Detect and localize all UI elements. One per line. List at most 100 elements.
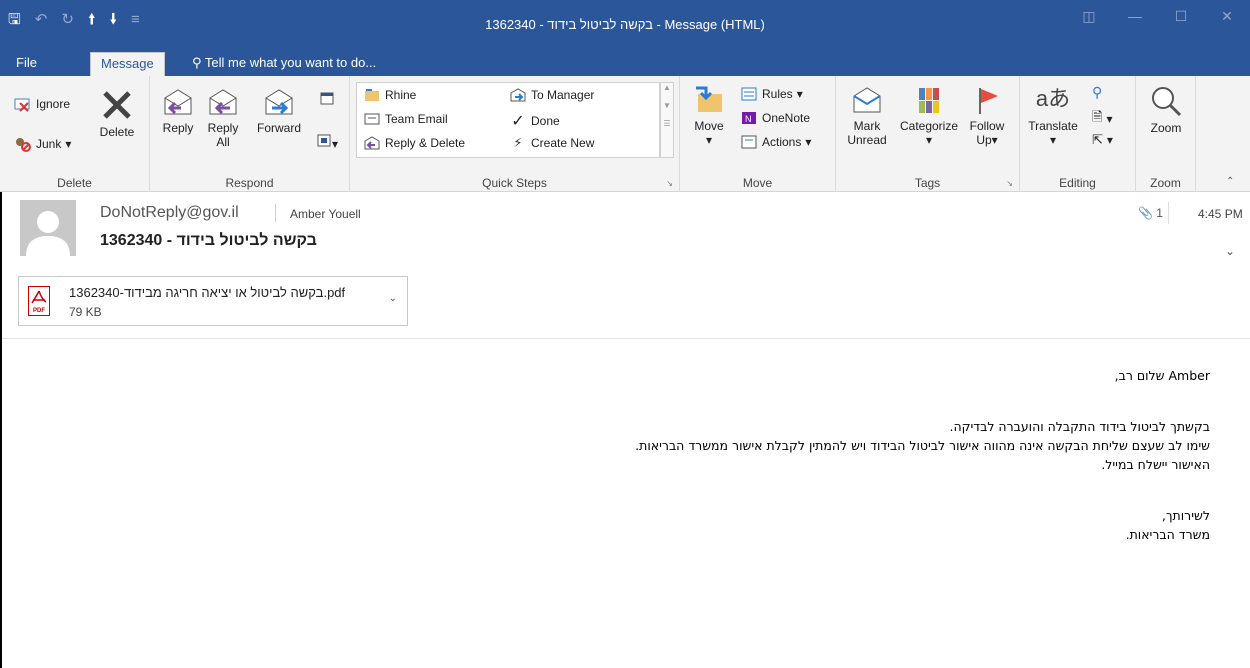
move-button[interactable]: Move ▾ [686,84,732,147]
follow-up-button[interactable]: Follow Up▾ [964,84,1010,147]
quickstep-to-manager[interactable]: To Manager [509,87,594,103]
ribbon-tabs: File Message ⚲ Tell me what you want to … [0,48,1250,76]
translate-button[interactable]: aあ Translate ▾ [1026,82,1080,147]
attachment-name: 1362340-בקשה לביטול או יציאה חריגה מבידו… [69,285,346,300]
ribbon-display-icon[interactable]: ◫ [1066,8,1112,25]
expand-header-icon[interactable]: ⌄ [1225,244,1235,258]
sender-address[interactable]: DoNotReply@gov.il [100,204,239,222]
collapse-ribbon-icon[interactable]: ⌃ [1226,176,1234,187]
avatar [20,200,76,256]
select-button[interactable]: ⇱ ▾ [1092,132,1113,148]
respond-group: Reply Reply All Forward ▾ Respond [150,76,350,192]
meeting-icon [320,92,334,105]
related-button[interactable]: 🗎 ▾ [1092,108,1112,130]
forward-button[interactable]: Forward [254,86,304,135]
minimize-icon[interactable]: — [1112,8,1158,25]
chevron-down-icon[interactable]: ⌄ [389,293,397,304]
meeting-reply-button[interactable] [310,90,344,109]
pdf-icon: PDF [28,286,50,316]
to-manager-icon [510,88,526,102]
window-title: 1362340 - בקשה לביטול בידוד - Message (H… [485,17,765,32]
delete-icon [103,91,131,119]
reply-delete-icon [364,136,380,150]
chevron-down-icon: ▾ [796,87,803,101]
message-body: Amber שלום רב, בקשתך לביטול בידוד התקבלה… [310,366,1210,544]
tab-message[interactable]: Message [90,52,165,76]
body-line: שימו לב שעצם שליחת הבקשה אינה מהווה אישו… [635,438,1210,453]
categorize-icon [919,88,939,113]
respond-group-label: Respond [225,176,274,190]
recipient-name[interactable]: Amber Youell [290,207,361,221]
chevron-down-icon: ▾ [65,137,72,151]
tags-group-label: Tags [914,176,941,190]
translate-icon: aあ [1035,86,1071,111]
more-respond-button[interactable]: ▾ [310,132,344,151]
close-icon[interactable]: ✕ [1204,8,1250,25]
body-closing: לשירותך, [1161,508,1210,523]
editing-group: aあ Translate ▾ ⚲ 🗎 ▾ ⇱ ▾ Editing [1020,76,1136,192]
actions-icon [741,135,757,149]
flag-icon [979,88,998,114]
header-divider [275,204,276,222]
ignore-button[interactable]: Ignore [14,96,70,112]
editing-group-label: Editing [1059,176,1096,190]
attachment-size: 79 KB [69,305,102,319]
body-line: בקשתך לביטול בידוד התקבלה והועברה לבדיקה… [949,419,1210,434]
delete-group-label: Delete [57,176,92,190]
tags-group: Mark Unread Categorize ▾ Follow Up▾ Tags ↘ [836,76,1020,192]
window-controls: ◫ — ☐ ✕ [1066,8,1250,25]
quick-steps-gallery: Rhine Team Email Reply & Delete To Manag… [356,82,660,158]
quickstep-team-email[interactable]: Team Email [363,111,448,127]
rules-button[interactable]: Rules ▾ [740,86,803,102]
mark-unread-icon [853,87,881,113]
zoom-group: Zoom Zoom [1136,76,1196,192]
delete-button[interactable]: Delete [92,88,142,139]
find-button[interactable]: ⚲ [1092,84,1102,101]
quickstep-create-new[interactable]: ⚡ Create New [509,135,594,151]
dialog-launcher-icon[interactable]: ↘ [666,179,673,188]
ribbon: Ignore Junk ▾ Delete Delete Reply Reply A… [0,76,1250,192]
actions-button[interactable]: Actions ▾ [740,134,811,150]
tell-me-search[interactable]: ⚲ Tell me what you want to do... [192,52,376,74]
more-respond-icon [317,134,331,147]
mark-unread-button[interactable]: Mark Unread [842,84,892,147]
quickstep-rhine[interactable]: Rhine [363,87,416,103]
person-icon [26,211,70,256]
reply-all-button[interactable]: Reply All [200,86,246,149]
categorize-button[interactable]: Categorize ▾ [894,84,964,147]
svg-text:N: N [745,114,752,124]
message-header: DoNotReply@gov.il Amber Youell 1362340 -… [0,192,1250,268]
chevron-down-icon: ▾ [331,137,339,151]
message-subject: 1362340 - בקשה לביטול בידוד [100,232,317,249]
quickstep-done[interactable]: ✓ Done [509,111,559,131]
maximize-icon[interactable]: ☐ [1158,8,1204,25]
reply-all-icon [209,89,237,115]
quick-steps-scroll[interactable]: ▲ ▼ ☰ [660,82,674,158]
reply-icon [164,89,192,115]
dialog-launcher-icon[interactable]: ↘ [1006,179,1013,188]
attachment-card[interactable]: PDF 1362340-בקשה לביטול או יציאה חריגה מ… [18,276,408,326]
document-icon: 🗎 [1092,109,1103,124]
quick-steps-group: Rhine Team Email Reply & Delete To Manag… [350,76,680,192]
window-edge [0,192,2,668]
junk-icon [16,138,31,152]
ignore-icon [14,98,30,112]
reply-button[interactable]: Reply [156,86,200,135]
message-time: 4:45 PM [1198,207,1243,221]
search-icon: ⚲ [1092,84,1103,100]
header-body-divider [0,338,1250,339]
onenote-button[interactable]: N OneNote [740,110,810,126]
lightbulb-icon: ⚲ [192,55,202,70]
junk-button[interactable]: Junk ▾ [14,136,71,152]
rules-icon [741,87,757,101]
quickstep-reply-delete[interactable]: Reply & Delete [363,135,465,151]
tab-file[interactable]: File [6,52,47,76]
title-bar: 🖫 ↶ ↻ 🠙 🠛 ≡ 1362340 - בקשה לביטול בידוד … [0,0,1250,48]
body-greeting: Amber שלום רב, [1114,368,1210,383]
forward-icon [265,89,293,115]
onenote-icon: N [742,112,756,124]
zoom-button[interactable]: Zoom [1142,84,1190,135]
team-email-icon [364,113,380,125]
attachment-count: 📎 1 [1138,206,1163,220]
header-divider [1168,202,1169,224]
